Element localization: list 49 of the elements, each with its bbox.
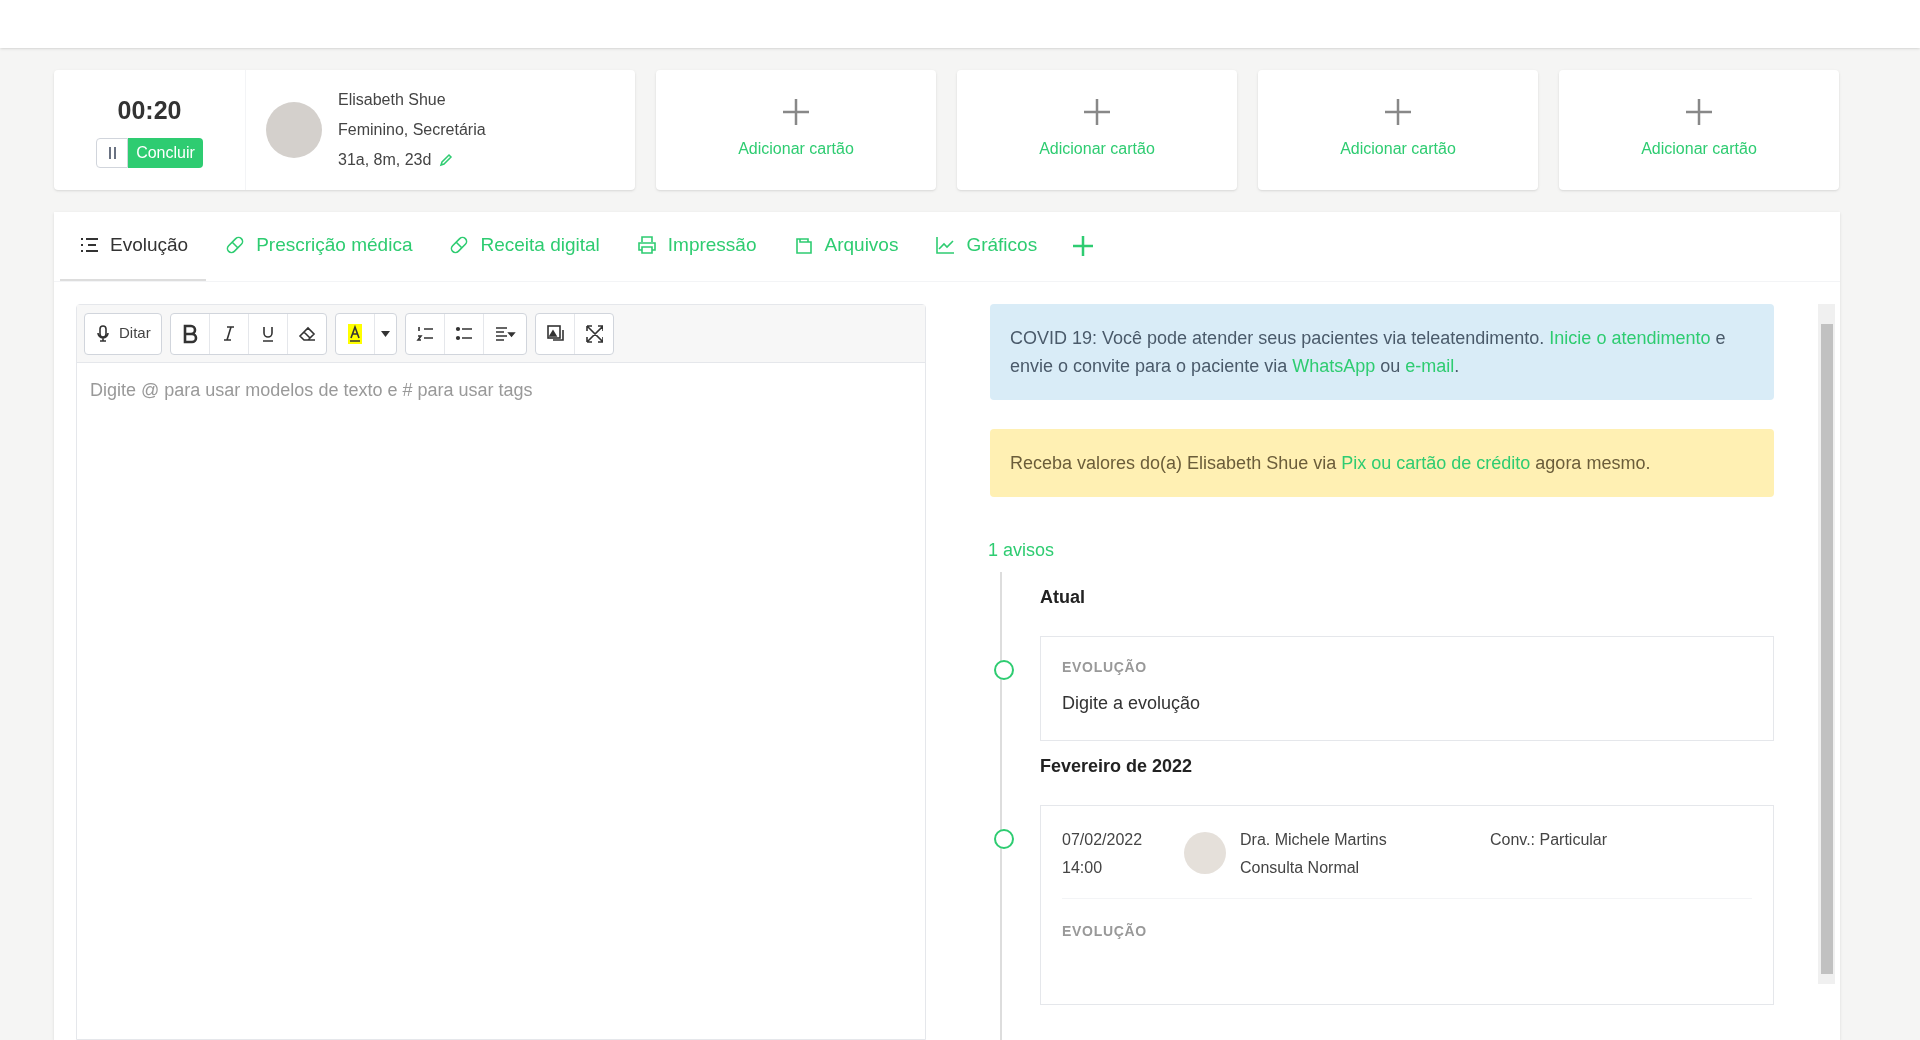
caret-icon: [380, 330, 390, 337]
plus-icon: [783, 99, 809, 125]
tab[interactable]: Receita digital: [430, 212, 618, 281]
evolution-text[interactable]: Digite a evolução: [1062, 690, 1752, 717]
patient-details: Feminino, Secretária: [338, 120, 486, 140]
timeline-heading: Atual: [1040, 586, 1086, 609]
tab[interactable]: Gráficos: [916, 212, 1056, 281]
line-chart-icon: [934, 235, 957, 255]
add-card-button[interactable]: Adicionar cartão: [656, 70, 936, 190]
text-editor[interactable]: Ditar Digite @ para usar modelos de texto e # para usar tags: [76, 304, 926, 1040]
notice-link[interactable]: WhatsApp: [1292, 356, 1376, 376]
notice-link[interactable]: e-mail: [1405, 356, 1455, 376]
doctor-name: Dra. Michele Martins: [1240, 830, 1388, 850]
tab[interactable]: Impressão: [617, 212, 775, 281]
list-icon: [78, 235, 100, 255]
timer: 00:20: [117, 95, 182, 127]
info-notice: COVID 19: Você pode atender seus pacientes via teleatendimento. Inicie o atendimento e envie o convite para o paciente via WhatsApp ou e-mail.: [990, 304, 1774, 400]
alerts-link[interactable]: 1 avisos: [988, 537, 1774, 564]
plus-icon: [1073, 236, 1094, 256]
plus-icon: [1385, 99, 1411, 125]
insurance-label: Conv.: Particular: [1490, 830, 1608, 850]
notice-link[interactable]: Pix ou cartão de crédito: [1341, 453, 1531, 473]
toolbar-button[interactable]: Ditar: [85, 313, 161, 354]
appointment-type: Consulta Normal: [1240, 858, 1361, 878]
entry-time: 14:00: [1062, 858, 1104, 878]
tab[interactable]: Arquivos: [774, 212, 917, 281]
add-card-button[interactable]: Adicionar cartão: [1559, 70, 1839, 190]
section-label: EVOLUÇÃO: [1062, 922, 1148, 941]
patient-name: Elisabeth Shue: [338, 90, 447, 110]
highlight-color-icon: [345, 323, 364, 344]
entry-date: 07/02/2022: [1062, 830, 1144, 850]
plus-icon: [1084, 99, 1110, 125]
printer-icon: [635, 235, 658, 255]
avatar-placeholder: [1184, 832, 1226, 874]
plus-icon: [1686, 99, 1712, 125]
image-icon: [545, 323, 564, 344]
pause-button[interactable]: [96, 137, 129, 168]
payment-notice: Receba valores do(a) Elisabeth Shue via Pix ou cartão de crédito agora mesmo.: [990, 429, 1774, 497]
patient-age: 31a, 8m, 23d: [338, 150, 432, 170]
avatar-placeholder: [266, 102, 322, 158]
finish-button[interactable]: Concluir: [128, 137, 203, 168]
add-card-button[interactable]: Adicionar cartão: [957, 70, 1237, 190]
expand-icon: [584, 323, 603, 344]
add-card-button[interactable]: Adicionar cartão: [1258, 70, 1538, 190]
section-label: EVOLUÇÃO: [1062, 658, 1148, 677]
notice-link[interactable]: Inicie o atendimento: [1549, 328, 1711, 348]
tab[interactable]: Prescrição médica: [206, 212, 431, 281]
tab[interactable]: Evolução: [60, 212, 207, 281]
timeline-heading: Fevereiro de 2022: [1040, 755, 1194, 778]
